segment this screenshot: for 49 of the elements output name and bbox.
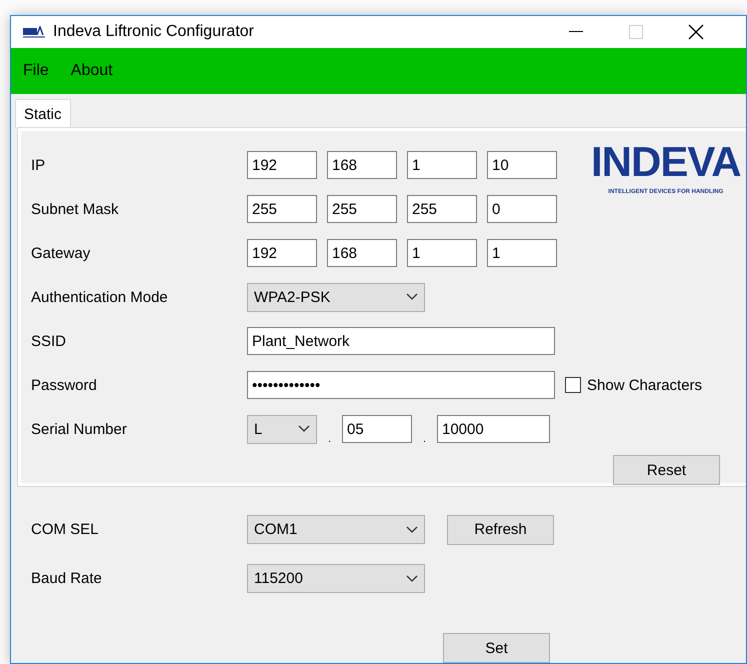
octet-field[interactable]: 255 (327, 195, 397, 223)
chevron-down-icon (406, 574, 418, 582)
octet-field[interactable]: 168 (327, 151, 397, 179)
separator-dot: . (422, 434, 427, 447)
logo-wordmark: INDEVA (591, 141, 741, 183)
field-label: Serial Number (31, 420, 128, 438)
close-icon (688, 24, 704, 40)
octet-field[interactable]: 10 (487, 151, 557, 179)
field-label: Subnet Mask (31, 200, 120, 218)
field-label: SSID (31, 332, 68, 350)
field-label: IP (31, 156, 46, 174)
chevron-down-icon (406, 293, 418, 301)
show-characters-checkbox[interactable] (565, 377, 581, 393)
octet-field[interactable]: 1 (407, 151, 477, 179)
octet-field[interactable]: 255 (407, 195, 477, 223)
tab[interactable]: Static (15, 99, 71, 128)
menu-item[interactable]: About (70, 62, 113, 80)
ssid-field[interactable]: Plant_Network (247, 327, 555, 355)
menu-item[interactable]: File (23, 62, 49, 80)
mode-dropdown[interactable]: WPA2-PSK (247, 282, 425, 312)
octet-field[interactable]: 1 (487, 239, 557, 267)
checkbox-label: Show Characters (587, 376, 702, 394)
field-label: COM SEL (31, 521, 100, 538)
octet-field[interactable]: 192 (247, 239, 317, 267)
app-logo-icon (23, 26, 45, 38)
password-field[interactable]: ••••••••••••• (247, 371, 555, 399)
octet-field[interactable]: 1 (407, 239, 477, 267)
window-title: Indeva Liftronic Configurator (53, 23, 255, 41)
separator-dot: . (327, 434, 332, 447)
serial-part-field[interactable]: 10000 (437, 415, 550, 443)
chevron-down-icon (298, 425, 310, 433)
serial-part-field[interactable]: 05 (342, 415, 412, 443)
field-label: Authentication Mode (31, 288, 169, 306)
reset-button[interactable]: Reset (613, 455, 720, 485)
octet-field[interactable]: 192 (247, 151, 317, 179)
field-label: Gateway (31, 244, 92, 262)
field-label: Baud Rate (31, 570, 103, 587)
set-button[interactable]: Set (443, 633, 550, 663)
octet-field[interactable]: 0 (487, 195, 557, 223)
prefix-dropdown[interactable]: L (247, 414, 317, 444)
field-label: Password (31, 376, 98, 394)
octet-field[interactable]: 255 (247, 195, 317, 223)
maximize-icon (629, 25, 643, 39)
octet-field[interactable]: 168 (327, 239, 397, 267)
chevron-down-icon (406, 526, 418, 534)
port-dropdown[interactable]: 115200 (247, 564, 425, 593)
refresh-button[interactable]: Refresh (447, 514, 554, 544)
port-dropdown[interactable]: COM1 (247, 515, 425, 544)
minimize-icon (569, 31, 583, 33)
